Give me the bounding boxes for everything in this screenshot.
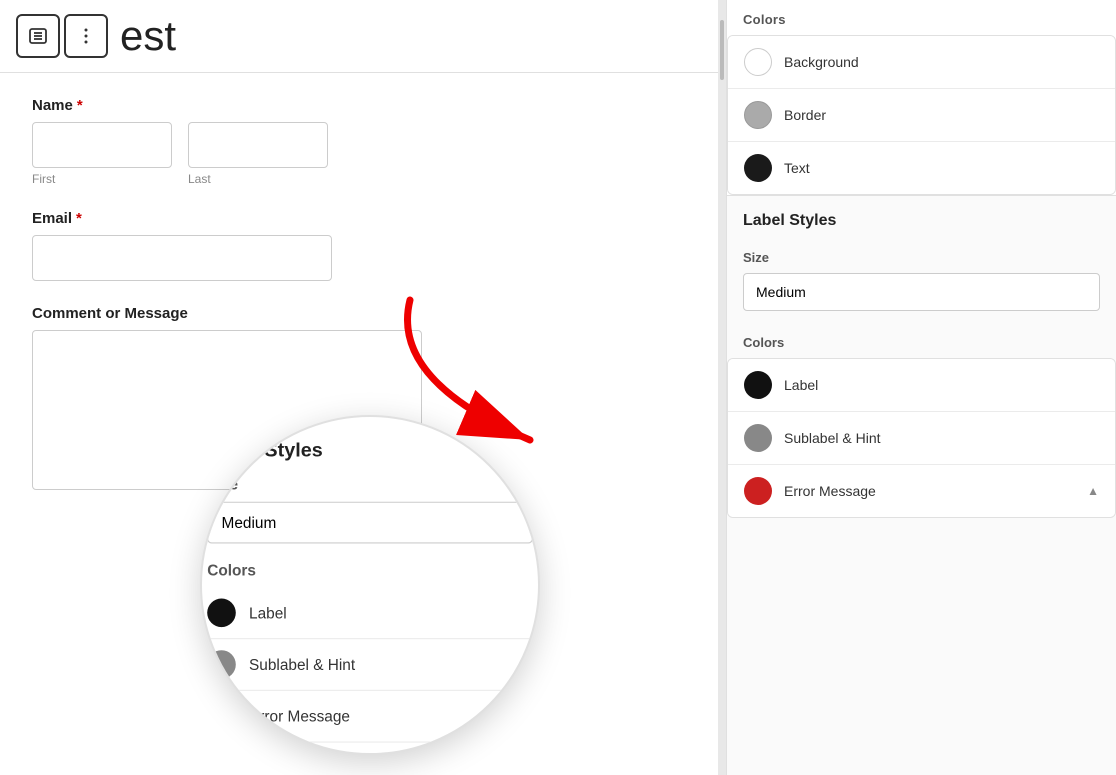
- background-label: Background: [784, 54, 859, 70]
- border-color-item[interactable]: Border: [728, 89, 1115, 142]
- text-swatch: [744, 154, 772, 182]
- first-sublabel: First: [32, 172, 172, 186]
- mag-error-swatch: [207, 702, 236, 731]
- text-label: Text: [784, 160, 810, 176]
- scrollbar-thumb[interactable]: [720, 20, 724, 80]
- magnified-circle: Label Styles Size Colors Label Sublabel …: [200, 415, 540, 755]
- chevron-down-icon: ▲: [1087, 484, 1099, 498]
- last-sublabel: Last: [188, 172, 328, 186]
- list-icon-button[interactable]: [16, 14, 60, 58]
- email-required-star: *: [76, 210, 82, 227]
- mag-sublabel-color-item: Sublabel & Hint: [207, 639, 533, 691]
- mag-error-color-item: Error Message: [207, 691, 533, 743]
- first-name-wrap: First: [32, 122, 172, 186]
- sublabel-color-label: Sublabel & Hint: [784, 430, 881, 446]
- label-swatch: [744, 371, 772, 399]
- mag-size-input[interactable]: [207, 502, 533, 544]
- name-inputs-row: First Last: [32, 122, 686, 186]
- background-color-item[interactable]: Background: [728, 36, 1115, 89]
- label-color-label: Label: [784, 377, 818, 393]
- text-color-item[interactable]: Text: [728, 142, 1115, 194]
- last-name-input[interactable]: [188, 122, 328, 168]
- last-name-wrap: Last: [188, 122, 328, 186]
- first-name-input[interactable]: [32, 122, 172, 168]
- top-colors-list: Background Border Text: [727, 35, 1116, 195]
- size-section: Size Small Medium Large: [727, 238, 1116, 323]
- size-dropdown[interactable]: Small Medium Large: [743, 273, 1100, 311]
- name-label: Name *: [32, 97, 686, 114]
- mag-sublabel-swatch: [207, 650, 236, 679]
- form-builder-panel: est Name * First Last Email: [0, 0, 718, 775]
- mag-error-text: Error Message: [249, 707, 350, 725]
- mag-label-color-item: Label: [207, 588, 533, 640]
- border-swatch: [744, 101, 772, 129]
- label-color-item[interactable]: Label: [728, 359, 1115, 412]
- mag-label-text: Label: [249, 604, 287, 622]
- form-title: est: [120, 12, 176, 60]
- comment-label: Comment or Message: [32, 305, 686, 322]
- mag-sublabel-text: Sublabel & Hint: [249, 656, 355, 674]
- mag-colors-label: Colors: [207, 561, 533, 579]
- mag-size-label: Size: [207, 475, 533, 493]
- mag-label-styles-header: Label Styles: [207, 439, 533, 462]
- email-field-group: Email *: [32, 210, 686, 281]
- border-label: Border: [784, 107, 826, 123]
- top-colors-block: Colors Background Border Text: [727, 0, 1116, 196]
- name-field-group: Name * First Last: [32, 97, 686, 186]
- more-options-button[interactable]: [64, 14, 108, 58]
- background-swatch: [744, 48, 772, 76]
- right-panel-inner: Colors Background Border Text Label Styl…: [727, 0, 1116, 518]
- sublabel-color-item[interactable]: Sublabel & Hint: [728, 412, 1115, 465]
- error-color-label: Error Message: [784, 483, 876, 499]
- properties-panel: Colors Background Border Text Label Styl…: [726, 0, 1116, 775]
- form-header: est: [0, 0, 718, 73]
- panel-divider: [718, 0, 726, 775]
- label-colors-header: Colors: [727, 323, 1116, 358]
- email-input[interactable]: [32, 235, 332, 281]
- mag-label-swatch: [207, 599, 236, 628]
- top-colors-header: Colors: [727, 0, 1116, 35]
- size-section-label: Size: [743, 250, 1100, 265]
- error-swatch: [744, 477, 772, 505]
- label-styles-header: Label Styles: [727, 196, 1116, 238]
- sublabel-swatch: [744, 424, 772, 452]
- email-label: Email *: [32, 210, 686, 227]
- label-colors-list: Label Sublabel & Hint Error Message ▲: [727, 358, 1116, 518]
- magnified-content: Label Styles Size Colors Label Sublabel …: [200, 417, 540, 755]
- label-styles-section: Label Styles Size Small Medium Large Col…: [727, 196, 1116, 518]
- error-color-item[interactable]: Error Message ▲: [728, 465, 1115, 517]
- name-required-star: *: [77, 97, 83, 114]
